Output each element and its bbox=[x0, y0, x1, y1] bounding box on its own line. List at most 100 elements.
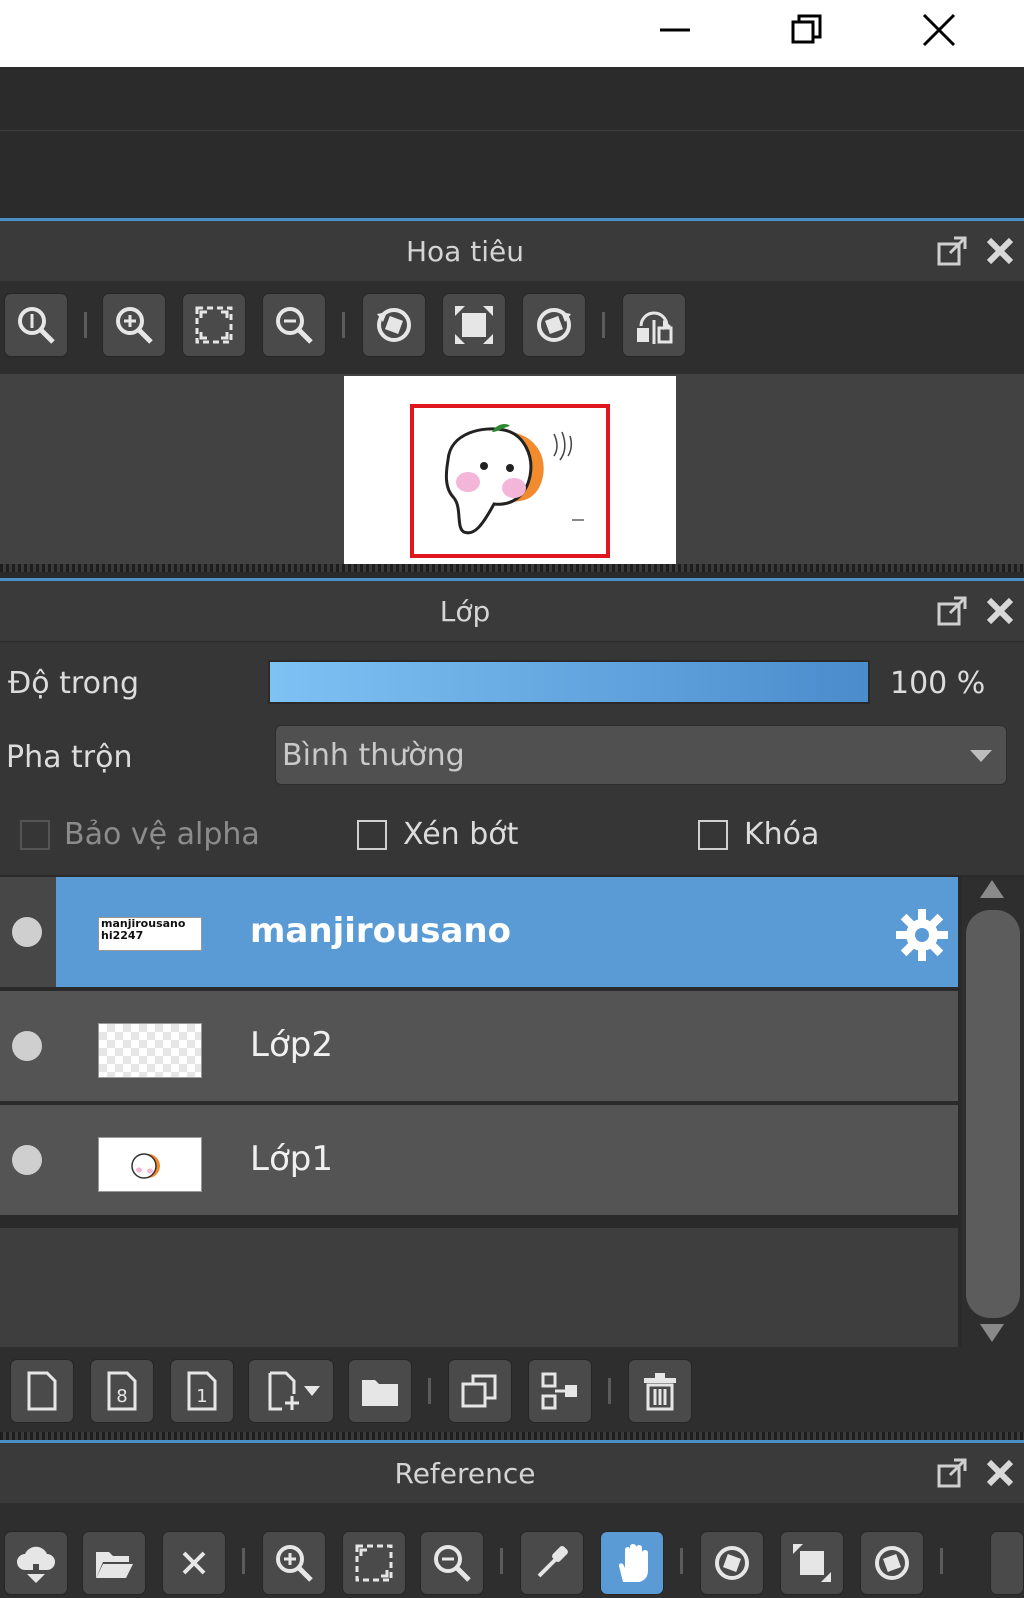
thumb-text: manjirousano hi2247 bbox=[101, 917, 186, 942]
svg-text:1: 1 bbox=[196, 1386, 207, 1407]
close-reference-button[interactable] bbox=[162, 1531, 226, 1595]
scroll-down-icon[interactable] bbox=[980, 1324, 1004, 1342]
scroll-up-icon[interactable] bbox=[980, 880, 1004, 898]
blend-mode-select[interactable]: Bình thường bbox=[275, 725, 1007, 785]
separator bbox=[608, 1378, 611, 1404]
fit-icon bbox=[355, 1544, 393, 1582]
merge-icon bbox=[541, 1372, 577, 1410]
layer-row[interactable]: Lớp2 bbox=[0, 991, 958, 1103]
zoom-out-button[interactable] bbox=[262, 293, 326, 357]
layer-8bit-icon: 8 bbox=[107, 1371, 137, 1411]
svg-text:8: 8 bbox=[116, 1386, 127, 1407]
reset-rotation-button[interactable] bbox=[442, 293, 506, 357]
zoom-actual-button[interactable] bbox=[4, 293, 68, 357]
merge-layer-button[interactable] bbox=[528, 1359, 592, 1423]
clip-checkbox[interactable] bbox=[357, 820, 387, 850]
ref-rotate-right-button[interactable] bbox=[860, 1531, 924, 1595]
restore-icon bbox=[791, 14, 822, 44]
delete-layer-button[interactable] bbox=[628, 1359, 692, 1423]
trash-icon bbox=[644, 1373, 676, 1411]
separator bbox=[500, 1548, 503, 1574]
navigator-header: Hoa tiêu bbox=[0, 221, 1024, 281]
splitter[interactable] bbox=[0, 564, 1024, 572]
protect-alpha-label: Bảo vệ alpha bbox=[64, 817, 260, 852]
open-reference-button[interactable] bbox=[82, 1531, 146, 1595]
gear-icon[interactable] bbox=[894, 907, 950, 963]
separator bbox=[84, 312, 87, 338]
opacity-label: Độ trong bbox=[8, 666, 139, 701]
opacity-slider[interactable] bbox=[268, 660, 870, 704]
ref-zoom-out-button[interactable] bbox=[420, 1531, 484, 1595]
new-8bit-layer-button[interactable]: 8 bbox=[90, 1359, 154, 1423]
rotate-right-icon bbox=[537, 308, 571, 342]
new-layer-button[interactable] bbox=[10, 1359, 74, 1423]
flip-icon bbox=[637, 311, 673, 344]
ref-rotate-left-button[interactable] bbox=[700, 1531, 764, 1595]
separator bbox=[242, 1548, 245, 1574]
new-folder-button[interactable] bbox=[348, 1359, 412, 1423]
close-icon bbox=[182, 1551, 206, 1575]
layer-row[interactable]: Lớp1 bbox=[0, 1105, 958, 1217]
zoom-actual-icon bbox=[18, 307, 55, 344]
close-panel-icon[interactable] bbox=[984, 235, 1016, 267]
navigator-preview-area[interactable] bbox=[0, 374, 1024, 564]
hand-tool-button[interactable] bbox=[600, 1531, 664, 1595]
ref-fit-button[interactable] bbox=[342, 1531, 406, 1595]
scrollbar-thumb[interactable] bbox=[966, 910, 1020, 1318]
separator bbox=[342, 312, 345, 338]
rotate-right-button[interactable] bbox=[522, 293, 586, 357]
add-layer-dropdown-button[interactable] bbox=[248, 1359, 334, 1423]
add-page-icon bbox=[268, 1371, 299, 1411]
minimize-icon bbox=[660, 28, 690, 32]
flip-button[interactable] bbox=[622, 293, 686, 357]
duplicate-layer-button[interactable] bbox=[448, 1359, 512, 1423]
duplicate-icon bbox=[461, 1374, 497, 1408]
close-panel-icon[interactable] bbox=[984, 1457, 1016, 1489]
rotate-left-button[interactable] bbox=[362, 293, 426, 357]
minimize-button[interactable] bbox=[640, 0, 710, 60]
fit-icon bbox=[195, 306, 233, 344]
zoom-in-button[interactable] bbox=[102, 293, 166, 357]
reference-title: Reference bbox=[394, 1457, 536, 1490]
splitter[interactable] bbox=[0, 1432, 1024, 1440]
separator bbox=[602, 312, 605, 338]
new-1bit-layer-button[interactable]: 1 bbox=[170, 1359, 234, 1423]
chevron-down-icon bbox=[304, 1386, 320, 1396]
more-tools-button[interactable] bbox=[990, 1531, 1024, 1595]
rotate-left-icon bbox=[377, 308, 411, 342]
layer-list-empty bbox=[0, 1228, 958, 1347]
close-icon bbox=[922, 13, 956, 47]
close-panel-icon[interactable] bbox=[984, 595, 1016, 627]
reset-rotation-icon bbox=[455, 306, 493, 344]
eyedropper-icon bbox=[537, 1546, 568, 1578]
undock-icon[interactable] bbox=[936, 595, 968, 627]
zoom-out-icon bbox=[434, 1545, 471, 1582]
lock-checkbox[interactable] bbox=[698, 820, 728, 850]
layer-thumbnail bbox=[98, 1023, 202, 1078]
zoom-in-icon bbox=[276, 1545, 313, 1582]
undock-icon[interactable] bbox=[936, 235, 968, 267]
undock-icon[interactable] bbox=[936, 1457, 968, 1489]
visibility-toggle[interactable] bbox=[12, 1145, 42, 1175]
lock-label: Khóa bbox=[744, 817, 820, 852]
import-reference-button[interactable] bbox=[4, 1531, 68, 1595]
close-button[interactable] bbox=[904, 0, 974, 60]
protect-alpha-checkbox[interactable] bbox=[20, 820, 50, 850]
layer-thumbnail bbox=[98, 1137, 202, 1192]
cloud-download-icon bbox=[17, 1546, 55, 1583]
ref-reset-rotation-button[interactable] bbox=[780, 1531, 844, 1595]
visibility-toggle[interactable] bbox=[12, 917, 42, 947]
rotate-left-icon bbox=[715, 1546, 749, 1580]
fit-button[interactable] bbox=[182, 293, 246, 357]
blend-mode-value: Bình thường bbox=[282, 738, 465, 773]
separator bbox=[428, 1378, 431, 1404]
layer-name: Lớp1 bbox=[250, 1139, 333, 1179]
layer-row[interactable]: manjirousano hi2247 manjirousano bbox=[0, 877, 958, 989]
restore-button[interactable] bbox=[772, 0, 842, 60]
navigator-title: Hoa tiêu bbox=[406, 235, 524, 268]
visibility-toggle[interactable] bbox=[12, 1031, 42, 1061]
eyedropper-button[interactable] bbox=[520, 1531, 584, 1595]
hand-icon bbox=[619, 1544, 648, 1582]
ref-zoom-in-button[interactable] bbox=[262, 1531, 326, 1595]
layer-1bit-icon: 1 bbox=[187, 1371, 217, 1411]
